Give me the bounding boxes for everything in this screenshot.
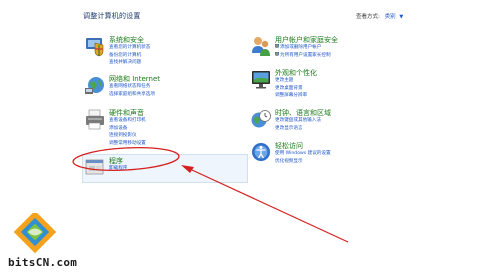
- bitscn-logo-icon: [14, 213, 57, 254]
- annotation-arrowhead: [181, 165, 194, 173]
- watermark-text: bitsCN.com: [8, 256, 78, 269]
- annotation-ellipse: [72, 147, 180, 171]
- annotation-overlay: [72, 147, 349, 243]
- annotation-arrow: [191, 169, 349, 243]
